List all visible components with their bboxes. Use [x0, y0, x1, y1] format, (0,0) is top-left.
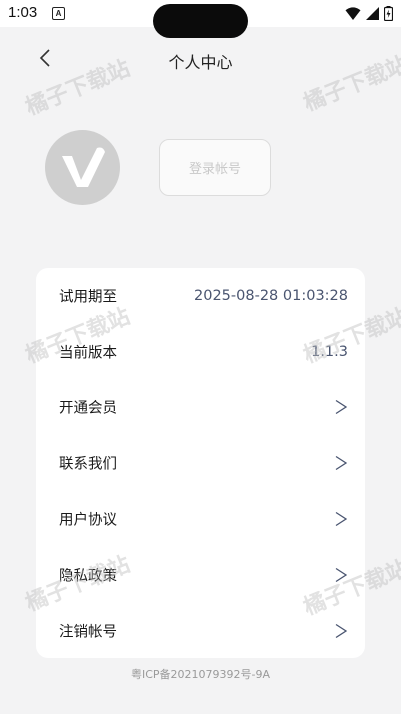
settings-card: 试用期至 2025-08-28 01:03:28 当前版本 1.1.3 开通会员…	[36, 268, 365, 658]
chevron-right-icon	[335, 455, 347, 471]
row-label: 开通会员	[59, 400, 117, 417]
chevron-right-icon	[335, 399, 347, 415]
status-bar: 1:03 A	[0, 0, 401, 38]
chevron-right-icon	[335, 567, 347, 583]
login-button[interactable]: 登录帐号	[159, 139, 271, 196]
camera-cutout	[153, 4, 248, 38]
row-label: 注销帐号	[59, 624, 117, 641]
settings-row-membership[interactable]: 开通会员	[36, 379, 365, 435]
row-label: 联系我们	[59, 456, 117, 473]
row-label: 隐私政策	[59, 568, 117, 585]
icp-license: 粤ICP备2021079392号-9A	[130, 668, 271, 681]
battery-icon	[384, 5, 393, 21]
avatar[interactable]	[45, 130, 120, 205]
settings-row-delete-account[interactable]: 注销帐号	[36, 603, 365, 659]
status-time: 1:03	[8, 4, 38, 21]
settings-row-contact[interactable]: 联系我们	[36, 435, 365, 491]
settings-row-version: 当前版本 1.1.3	[36, 324, 365, 380]
notification-icon: A	[52, 7, 65, 20]
page-title: 个人中心	[168, 53, 233, 72]
status-icons	[345, 5, 393, 21]
settings-row-user-agreement[interactable]: 用户协议	[36, 491, 365, 547]
wifi-icon	[345, 6, 361, 20]
app-logo-icon	[62, 147, 105, 187]
version-value: 1.1.3	[311, 344, 348, 360]
trial-expiry-value: 2025-08-28 01:03:28	[194, 288, 348, 304]
row-label: 试用期至	[59, 289, 117, 306]
chevron-right-icon	[335, 511, 347, 527]
settings-row-privacy[interactable]: 隐私政策	[36, 547, 365, 603]
row-label: 用户协议	[59, 512, 117, 529]
row-label: 当前版本	[59, 345, 117, 362]
chevron-right-icon	[335, 623, 347, 639]
settings-row-trial: 试用期至 2025-08-28 01:03:28	[36, 268, 365, 324]
signal-icon	[366, 6, 379, 20]
